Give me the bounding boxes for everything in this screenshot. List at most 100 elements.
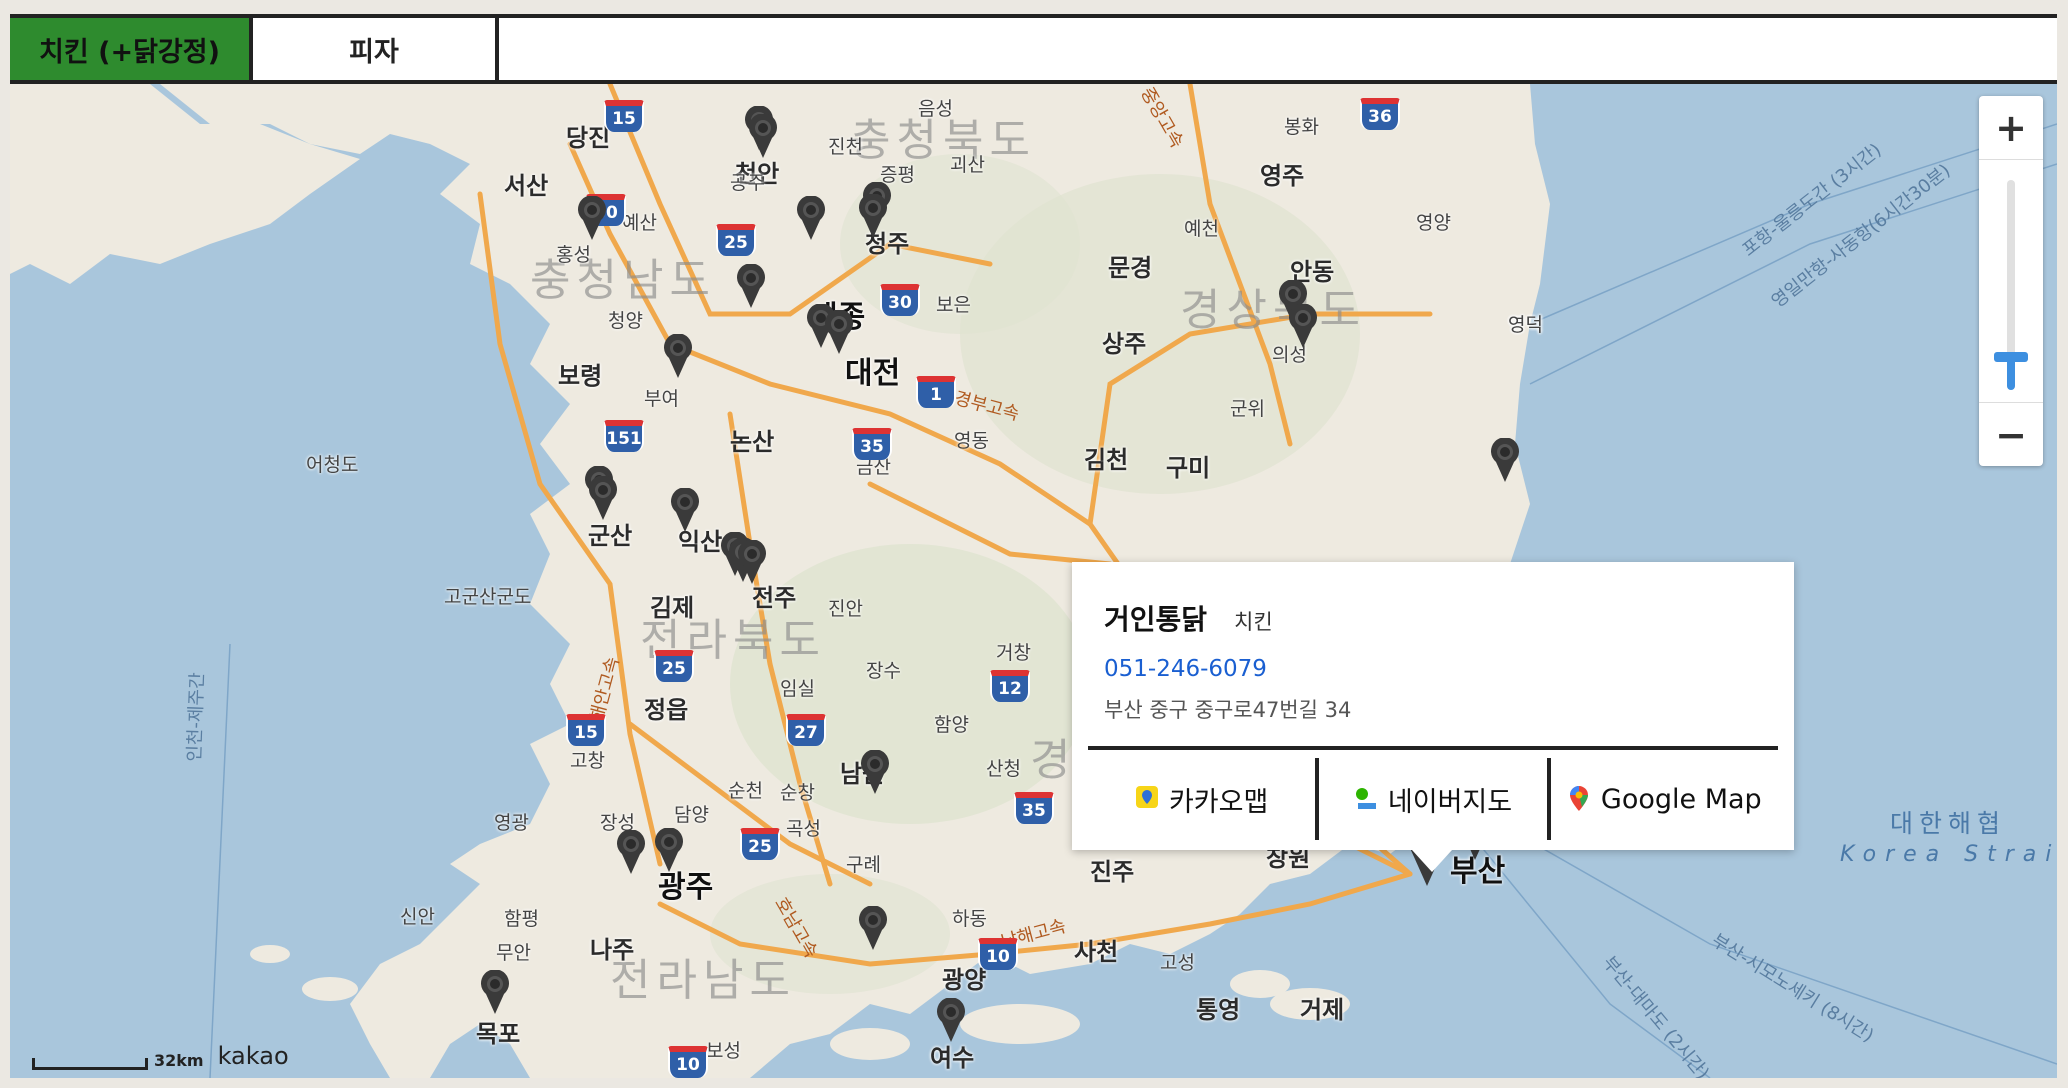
city-label: 목포	[476, 1020, 521, 1048]
tab-pizza[interactable]: 피자	[253, 18, 499, 80]
kakaomap-label: 카카오맵	[1168, 786, 1269, 818]
town-label: 영양	[1416, 212, 1451, 234]
town-label: 진안	[828, 598, 863, 620]
town-label: 봉화	[1284, 116, 1319, 138]
city-label: 논산	[730, 428, 775, 456]
town-label: 함양	[934, 714, 969, 736]
city-label: 여수	[930, 1044, 975, 1072]
place-category: 치킨	[1234, 610, 1273, 634]
route-shield: 36	[1360, 98, 1400, 130]
place-address: 부산 중구 중구로47번길 34	[1104, 698, 1352, 722]
kakaomap-icon	[1135, 785, 1159, 813]
town-label: 담양	[674, 804, 709, 826]
city-label: 김천	[1084, 446, 1129, 474]
zoom-out-button[interactable]: −	[1979, 402, 2043, 466]
popup-divider	[1088, 746, 1778, 750]
town-label: 영동	[954, 430, 989, 452]
town-label: 청양	[608, 310, 643, 332]
googlemap-label: Google Map	[1600, 783, 1762, 815]
route-shield: 35	[852, 428, 892, 460]
scale-text: 32km	[154, 1051, 204, 1070]
googlemap-icon	[1567, 785, 1591, 813]
route-shield: 12	[990, 670, 1030, 702]
place-marker[interactable]	[663, 334, 693, 378]
route-shield: 35	[1014, 792, 1054, 824]
place-marker[interactable]	[796, 196, 826, 240]
city-label: 대전	[845, 356, 901, 391]
kakao-logo: kakao	[217, 1042, 289, 1070]
town-label: 보은	[936, 294, 971, 316]
town-label: 곡성	[786, 818, 821, 840]
place-marker[interactable]	[737, 540, 767, 584]
route-shield: 10	[668, 1046, 708, 1078]
route-shield: 1	[916, 376, 956, 408]
island-label: 고군산군도	[444, 586, 532, 608]
place-marker[interactable]	[936, 998, 966, 1042]
place-marker[interactable]	[824, 310, 854, 354]
route-shield: 151	[604, 420, 644, 452]
map-scale: 32km kakao	[32, 1042, 289, 1070]
map-links: 카카오맵 네이버지도 Google Map	[1088, 758, 1778, 840]
route-shield: 10	[978, 938, 1018, 970]
place-phone-link[interactable]: 051-246-6079	[1104, 656, 1267, 682]
navermap-link[interactable]: 네이버지도	[1319, 758, 1551, 840]
town-label: 영광	[494, 812, 529, 834]
town-label: 임실	[780, 678, 815, 700]
route-label: 인천-제주간	[184, 672, 209, 763]
place-marker[interactable]	[577, 196, 607, 240]
place-marker[interactable]	[858, 194, 888, 238]
city-label: 진주	[1090, 858, 1135, 886]
city-label: 구미	[1166, 454, 1211, 482]
place-marker[interactable]	[670, 488, 700, 532]
route-shield: 25	[740, 828, 780, 860]
town-label: 예천	[1184, 218, 1219, 240]
place-marker[interactable]	[1490, 438, 1520, 482]
city-label: 사천	[1074, 938, 1119, 966]
place-marker[interactable]	[1288, 304, 1318, 348]
town-label: 함평	[504, 908, 539, 930]
town-label: 고창	[570, 750, 605, 772]
route-shield: 27	[786, 714, 826, 746]
city-label: 서산	[504, 172, 549, 200]
town-label: 장수	[866, 660, 901, 682]
city-label: 부여	[644, 388, 679, 410]
place-marker[interactable]	[858, 906, 888, 950]
kakaomap-link[interactable]: 카카오맵	[1088, 758, 1320, 840]
navermap-label: 네이버지도	[1387, 786, 1513, 818]
town-label: 보성	[706, 1040, 741, 1062]
tab-chicken[interactable]: 치킨 (+닭강정)	[10, 18, 253, 80]
map-view[interactable]: 충청북도 충청남도 경상북도 전라북도 경상남도 전라남도 대전 세종 광주 부…	[10, 84, 2057, 1078]
place-marker[interactable]	[480, 970, 510, 1014]
town-label: 고성	[1160, 952, 1195, 974]
place-marker[interactable]	[654, 828, 684, 872]
sea-label: Korea Strait	[1840, 842, 2057, 867]
city-label: 영주	[1260, 162, 1305, 190]
town-label: 음성	[918, 98, 953, 120]
place-marker[interactable]	[860, 750, 890, 794]
place-marker[interactable]	[616, 830, 646, 874]
province-label: 경상북도	[1180, 285, 1366, 336]
city-label: 통영	[1196, 996, 1241, 1024]
province-label: 전라남도	[610, 955, 796, 1006]
googlemap-link[interactable]: Google Map	[1551, 758, 1778, 840]
place-marker[interactable]	[736, 264, 766, 308]
city-label: 순천	[728, 780, 763, 802]
city-label: 예산	[622, 212, 657, 234]
town-label: 무안	[496, 942, 531, 964]
place-info-popup: 거인통닭 치킨 051-246-6079 부산 중구 중구로47번길 34 카카…	[1072, 562, 1794, 872]
scale-bar	[32, 1058, 148, 1070]
town-label: 하동	[952, 908, 987, 930]
route-shield: 25	[716, 224, 756, 256]
place-marker[interactable]	[748, 114, 778, 158]
town-label: 거창	[996, 642, 1031, 664]
town-label: 구례	[846, 854, 881, 876]
place-marker[interactable]	[588, 476, 618, 520]
zoom-slider-handle[interactable]	[1994, 352, 2028, 362]
town-label: 진천	[828, 136, 863, 158]
island-label: 어청도	[306, 454, 359, 476]
town-label: 괴산	[950, 154, 985, 176]
zoom-in-button[interactable]: +	[1979, 96, 2043, 160]
route-shield: 15	[566, 714, 606, 746]
town-label: 영덕	[1508, 314, 1543, 336]
city-label: 정읍	[644, 696, 689, 724]
